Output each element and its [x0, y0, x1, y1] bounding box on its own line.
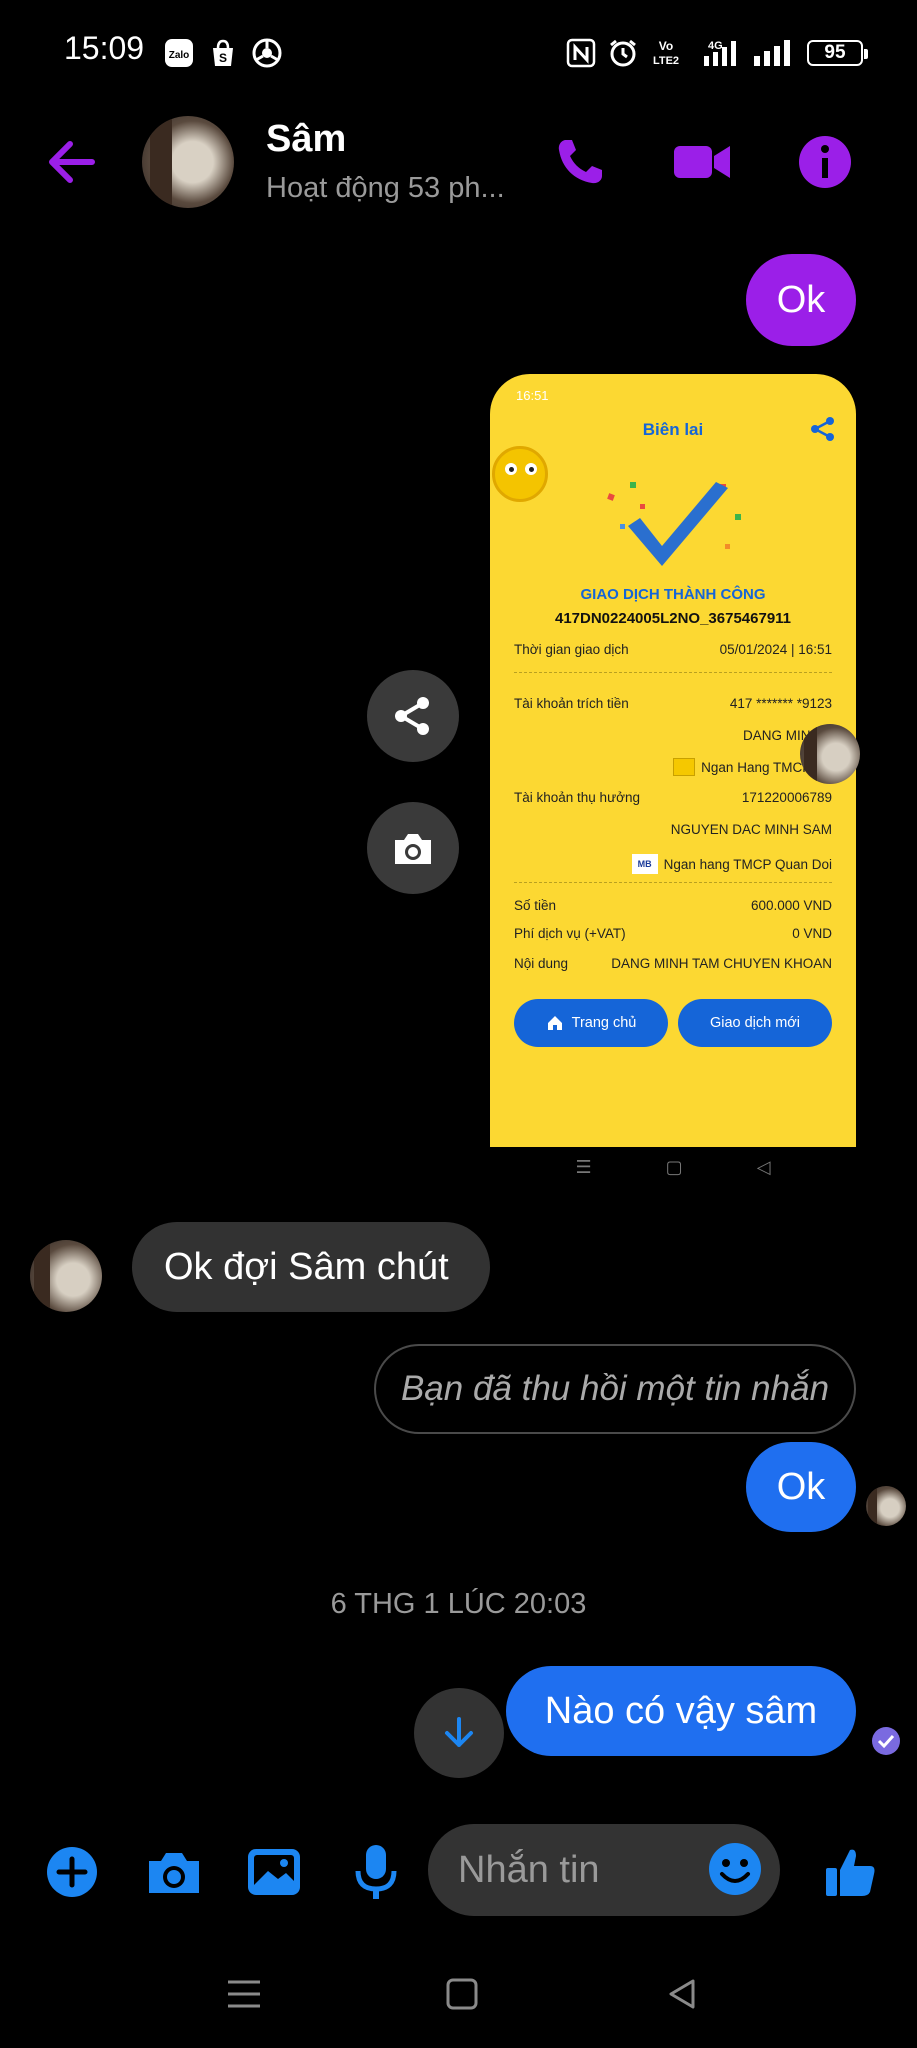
recent-apps-button[interactable]: [214, 1964, 274, 2024]
emoji-icon: [709, 1843, 761, 1895]
contact-name[interactable]: Sâm: [266, 118, 346, 161]
info-icon: [799, 136, 851, 188]
receipt-divider: [514, 882, 832, 883]
share-icon: [811, 417, 834, 441]
receipt-new-transaction-button: Giao dịch mới: [678, 999, 832, 1047]
receipt-row-time: Thời gian giao dịch 05/01/2024 | 16:51: [514, 642, 832, 657]
volte-icon: Vo LTE2: [648, 38, 684, 68]
contact-status: Hoạt động 53 ph...: [266, 172, 505, 204]
zalo-icon: Zalo: [164, 38, 194, 68]
receipt-title: Biên lai: [642, 420, 704, 439]
receipt-row-fee: Phí dịch vụ (+VAT) 0 VND: [514, 926, 832, 941]
add-button[interactable]: [42, 1842, 102, 1902]
receipt-divider: [514, 672, 832, 673]
sent-message-bubble[interactable]: Nào có vậy sâm: [506, 1666, 856, 1756]
receipt-row-to: Tài khoản thụ hưởng 171220006789: [514, 790, 832, 805]
4g-signal-icon: 4G: [700, 38, 746, 68]
microphone-icon: [355, 1845, 397, 1899]
svg-text:Vo: Vo: [659, 39, 673, 53]
date-separator: 6 THG 1 LÚC 20:03: [330, 1588, 587, 1620]
status-time: 15:09: [64, 30, 145, 66]
back-button[interactable]: [40, 130, 104, 194]
receipt-home-button: Trang chủ: [514, 999, 668, 1047]
emoji-button[interactable]: [706, 1840, 764, 1898]
menu-icon: [228, 1980, 260, 2008]
battery-indicator: 95: [807, 40, 868, 66]
voice-call-button[interactable]: [548, 130, 612, 194]
receipt-from-bank: Ngan Hang TMCP Na: [514, 758, 832, 776]
svg-text:4G: 4G: [708, 40, 723, 52]
bank-mascot-icon: [492, 446, 548, 502]
shopee-icon: S: [208, 38, 238, 68]
recalled-message-bubble[interactable]: Bạn đã thu hồi một tin nhắn: [374, 1344, 856, 1434]
home-square-icon: ▢: [665, 1156, 683, 1177]
back-triangle-icon: [669, 1979, 695, 2009]
phone-icon: [558, 140, 602, 184]
gallery-icon: [248, 1849, 300, 1895]
receipt-row-content: Nội dung DANG MINH TAM CHUYEN KHOAN: [514, 956, 832, 971]
receipt-status-time: 16:51: [516, 388, 549, 403]
camera-button[interactable]: [144, 1842, 204, 1902]
video-call-button[interactable]: [670, 130, 734, 194]
home-button[interactable]: [432, 1964, 492, 2024]
mb-bank-logo: MB: [631, 854, 658, 874]
like-button[interactable]: [820, 1842, 880, 1902]
back-nav-button[interactable]: [652, 1964, 712, 2024]
camera-icon: [149, 1853, 199, 1893]
svg-text:LTE2: LTE2: [653, 55, 679, 67]
add-icon: [47, 1847, 97, 1897]
home-square-icon: [446, 1978, 478, 2010]
back-triangle-icon: ◁: [756, 1156, 771, 1177]
arrow-left-icon: [49, 141, 95, 183]
receipt-to-name: NGUYEN DAC MINH SAM: [670, 822, 832, 837]
share-image-button[interactable]: [367, 670, 459, 762]
svg-text:S: S: [219, 51, 227, 65]
seen-avatar: [866, 1486, 906, 1526]
sent-message-bubble[interactable]: Ok: [746, 1442, 856, 1532]
sender-avatar[interactable]: [30, 1240, 102, 1312]
contact-avatar[interactable]: [142, 116, 234, 208]
svg-text:Zalo: Zalo: [169, 50, 190, 61]
receipt-row-from: Tài khoản trích tiền 417 ******* *9123: [514, 696, 832, 711]
voice-record-button[interactable]: [346, 1842, 406, 1902]
message-input[interactable]: [458, 1824, 708, 1916]
receipt-from-name: DANG MINH T: [742, 728, 832, 743]
arrow-down-icon: [445, 1717, 473, 1747]
video-camera-icon: [674, 146, 730, 178]
thumbs-up-icon: [826, 1849, 875, 1896]
message-input-container: [428, 1824, 780, 1916]
home-icon: [547, 1016, 562, 1030]
signal-icon: [752, 38, 794, 68]
success-check-icon: [607, 482, 741, 566]
camera-icon: [395, 834, 431, 864]
scroll-to-bottom-button[interactable]: [414, 1688, 504, 1778]
seen-avatar: [800, 724, 860, 784]
sent-message-bubble[interactable]: Ok: [746, 254, 856, 346]
alarm-icon: [608, 38, 638, 68]
receipt-nav-bar: ☰ ▢ ◁: [490, 1147, 856, 1187]
info-button[interactable]: [793, 130, 857, 194]
chrome-icon: [252, 38, 282, 68]
received-message-bubble[interactable]: Ok đợi Sâm chút: [132, 1222, 490, 1312]
save-image-button[interactable]: [367, 802, 459, 894]
receipt-code: 417DN0224005L2NO_3675467911: [554, 610, 792, 627]
receipt-success-text: GIAO DỊCH THÀNH CÔNG: [580, 586, 766, 603]
receipt-row-amount: Số tiền 600.000 VND: [514, 898, 832, 913]
share-icon: [395, 697, 429, 735]
receipt-to-bank: MB Ngan hang TMCP Quan Doi: [514, 854, 832, 874]
nfc-icon: [566, 38, 596, 68]
delivered-check-icon: [872, 1727, 900, 1755]
menu-icon: ☰: [575, 1156, 592, 1177]
gallery-button[interactable]: [244, 1842, 304, 1902]
